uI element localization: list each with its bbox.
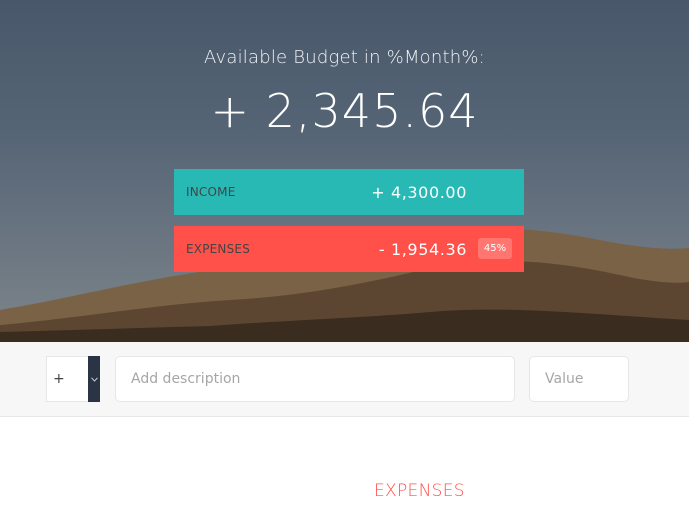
budget-title: Available Budget in %Month%: — [204, 47, 485, 68]
budget-header: Available Budget in %Month%: + 2,345.64 … — [0, 0, 689, 342]
expenses-label: Expenses — [186, 242, 251, 256]
expenses-percentage-badge: 45% — [478, 238, 512, 259]
add-item-bar: + — [0, 342, 689, 417]
value-input[interactable] — [529, 356, 629, 402]
budget-value: + 2,345.64 — [210, 84, 479, 138]
chevron-down-icon[interactable] — [88, 356, 100, 402]
income-value: + 4,300.00 — [371, 182, 467, 202]
type-select[interactable]: + — [46, 356, 100, 402]
income-label: Income — [186, 185, 236, 199]
income-summary: Income + 4,300.00 — [174, 169, 524, 215]
expenses-list-title: EXPENSES — [374, 481, 465, 501]
type-select-value: + — [53, 371, 65, 387]
description-input[interactable] — [115, 356, 515, 402]
expenses-summary: Expenses - 1,954.36 45% — [174, 226, 524, 272]
expenses-value: - 1,954.36 — [378, 239, 467, 259]
